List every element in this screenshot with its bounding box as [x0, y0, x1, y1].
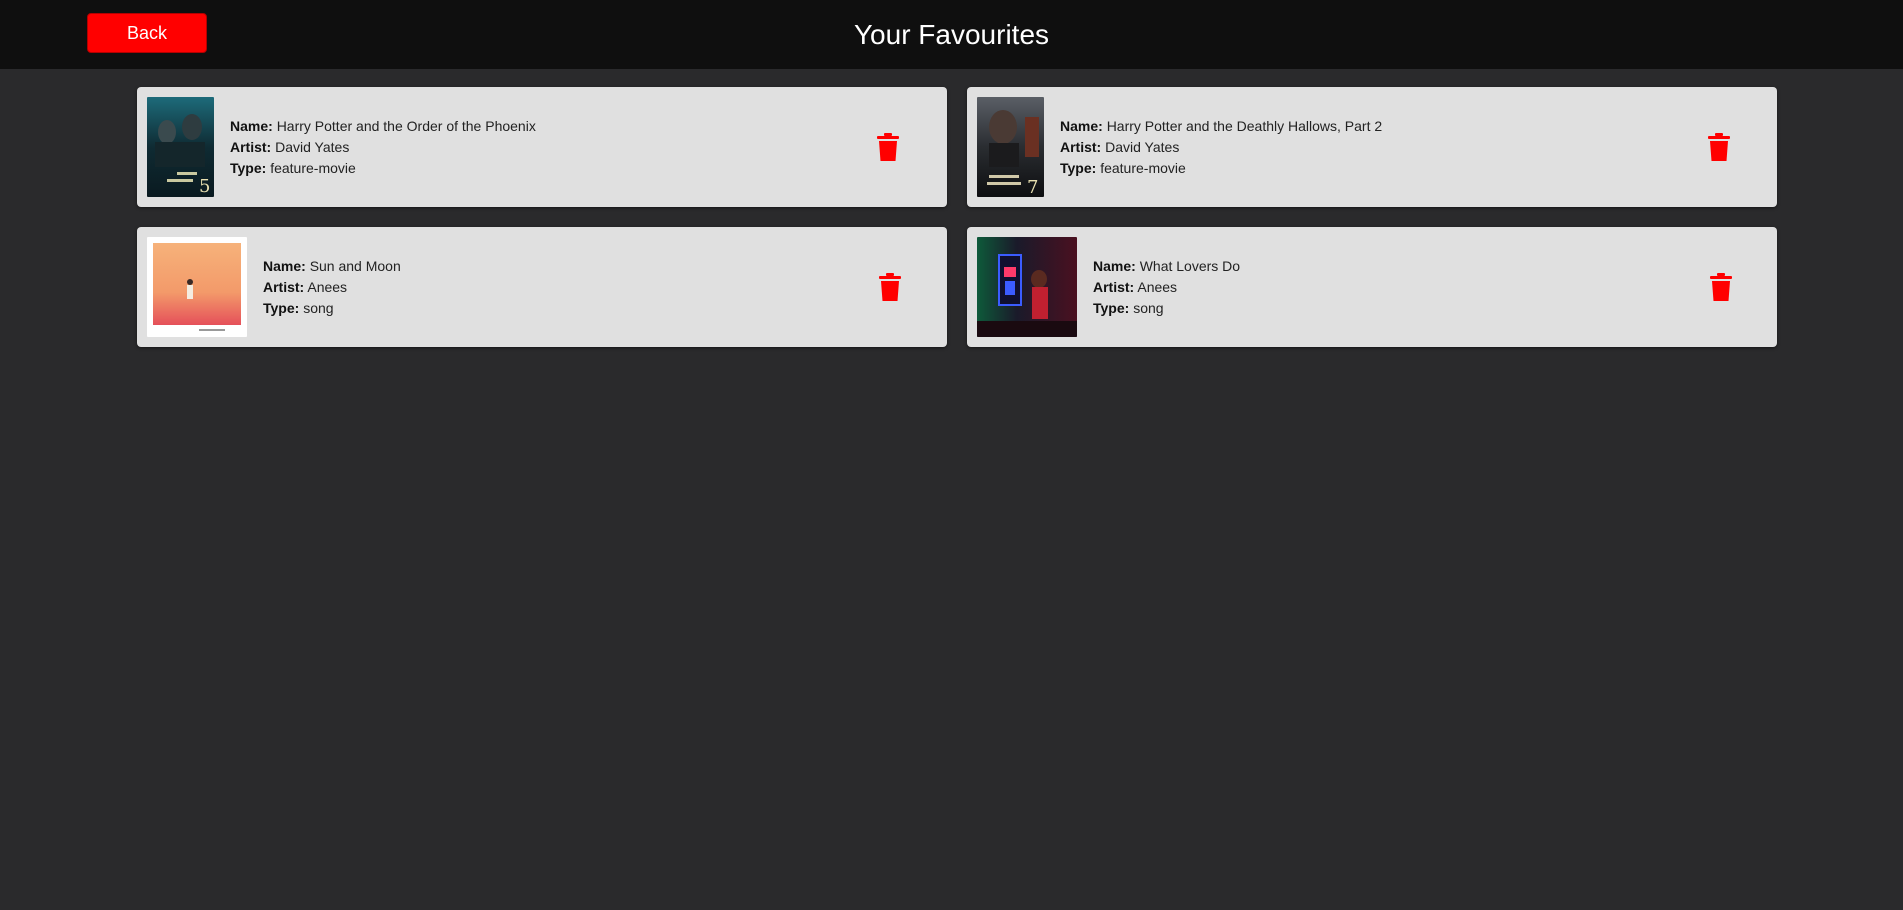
favourite-card: Name: Sun and Moon Artist: Anees Type: s…: [137, 227, 947, 347]
item-name: Harry Potter and the Order of the Phoeni…: [276, 117, 536, 134]
name-row: Name: Sun and Moon: [263, 257, 401, 274]
item-name: What Lovers Do: [1139, 257, 1241, 274]
artist-row: Artist: Anees: [1093, 278, 1178, 295]
album-cover-image: [147, 237, 247, 337]
trash-icon[interactable]: [878, 273, 902, 301]
artist-row: Artist: David Yates: [230, 138, 350, 155]
item-name: Harry Potter and the Deathly Hallows, Pa…: [1106, 117, 1383, 134]
favourite-card: 7 Name: Harry Potter and the Deathly Hal…: [967, 87, 1777, 207]
movie-poster-image: 7: [977, 97, 1044, 197]
page-title: Your Favourites: [853, 18, 1050, 50]
trash-icon[interactable]: [876, 133, 900, 161]
item-name: Sun and Moon: [309, 257, 401, 274]
favourite-info: Name: Sun and Moon Artist: Anees Type: s…: [263, 256, 401, 319]
item-type: song: [303, 299, 334, 316]
album-cover-image: [977, 237, 1077, 337]
back-button[interactable]: Back: [87, 13, 207, 53]
favourite-info: Name: Harry Potter and the Deathly Hallo…: [1060, 116, 1382, 179]
trash-icon[interactable]: [1707, 133, 1731, 161]
type-row: Type: feature-movie: [1060, 159, 1186, 176]
svg-text:7: 7: [1027, 177, 1038, 197]
item-type: feature-movie: [1100, 159, 1186, 176]
item-artist: David Yates: [1105, 138, 1180, 155]
favourite-card: 5 Name: Harry Potter and the Order of th…: [137, 87, 947, 207]
favourites-grid: 5 Name: Harry Potter and the Order of th…: [137, 87, 1777, 347]
favourite-info: Name: What Lovers Do Artist: Anees Type:…: [1093, 256, 1240, 319]
name-row: Name: Harry Potter and the Deathly Hallo…: [1060, 117, 1383, 134]
item-artist: David Yates: [275, 138, 350, 155]
artist-row: Artist: Anees: [263, 278, 348, 295]
item-artist: Anees: [307, 278, 348, 295]
name-row: Name: Harry Potter and the Order of the …: [230, 117, 536, 134]
item-artist: Anees: [1137, 278, 1178, 295]
favourite-card: Name: What Lovers Do Artist: Anees Type:…: [967, 227, 1777, 347]
type-row: Type: song: [1093, 299, 1164, 316]
top-bar: Back Your Favourites: [0, 0, 1903, 69]
favourite-info: Name: Harry Potter and the Order of the …: [230, 116, 536, 179]
item-type: feature-movie: [270, 159, 356, 176]
trash-icon[interactable]: [1709, 273, 1733, 301]
type-row: Type: song: [263, 299, 334, 316]
movie-poster-image: 5: [147, 97, 214, 197]
item-type: song: [1133, 299, 1164, 316]
svg-text:5: 5: [199, 176, 210, 197]
type-row: Type: feature-movie: [230, 159, 356, 176]
name-row: Name: What Lovers Do: [1093, 257, 1241, 274]
artist-row: Artist: David Yates: [1060, 138, 1180, 155]
